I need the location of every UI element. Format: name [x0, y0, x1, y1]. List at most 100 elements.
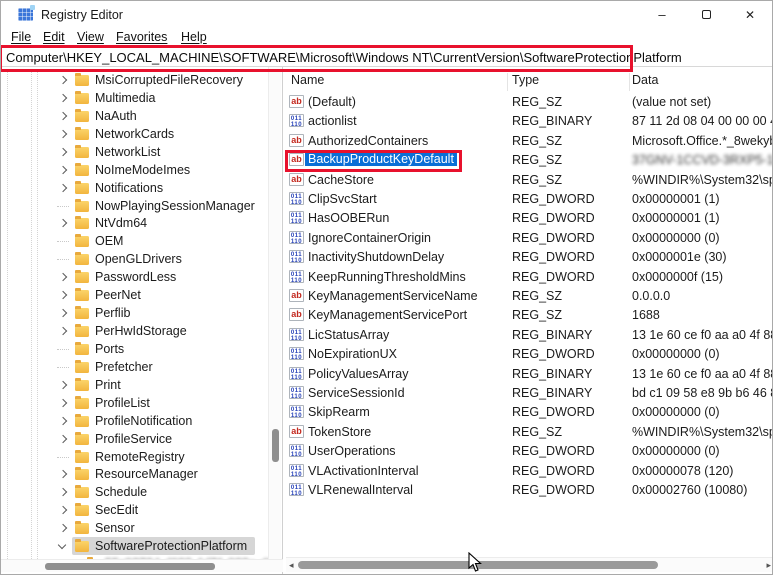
value-name[interactable]: actionlist [308, 114, 357, 128]
menu-help[interactable]: Help [181, 30, 207, 44]
tree-item-Sensor[interactable]: Sensor [1, 519, 282, 537]
tree-item-NowPlayingSessionManager[interactable]: NowPlayingSessionManager [1, 197, 282, 215]
tree-item-ProfileList[interactable]: ProfileList [1, 394, 282, 412]
value-row-KeyManagementServiceName[interactable]: ab KeyManagementServiceName REG_SZ 0.0.0.0 [286, 287, 772, 306]
value-row-actionlist[interactable]: 011 110 actionlist REG_BINARY 87 11 2d 08 04… [286, 112, 772, 131]
value-name[interactable]: IgnoreContainerOrigin [308, 231, 431, 245]
tree-item-NetworkCards[interactable]: NetworkCards [1, 125, 282, 143]
tree-item-ProfileNotification[interactable]: ProfileNotification [1, 412, 282, 430]
tree-item-label[interactable]: Multimedia [95, 91, 155, 105]
tree-vertical-scrollbar[interactable] [268, 67, 281, 559]
tree-item-label[interactable]: Ports [95, 342, 124, 356]
tree-item-Notifications[interactable]: Notifications [1, 179, 282, 197]
chevron-right-icon[interactable] [58, 488, 68, 497]
scroll-right-icon[interactable]: ▸ [766, 560, 771, 571]
value-name[interactable]: TokenStore [308, 425, 371, 439]
chevron-right-icon[interactable] [58, 219, 68, 228]
tree-item-label[interactable]: Perflib [95, 306, 130, 320]
tree-horizontal-scrollbar[interactable] [1, 559, 283, 572]
tree-item-label[interactable]: Prefetcher [95, 360, 153, 374]
menu-favorites[interactable]: Favorites [116, 30, 167, 44]
chevron-right-icon[interactable] [58, 506, 68, 515]
tree-item-label[interactable]: NoImeModeImes [95, 163, 190, 177]
tree-item-ProfileService[interactable]: ProfileService [1, 430, 282, 448]
value-name[interactable]: SkipRearm [308, 405, 370, 419]
value-name[interactable]: ClipSvcStart [308, 192, 377, 206]
tree-item-Print[interactable]: Print [1, 376, 282, 394]
tree-vertical-scrollbar-thumb[interactable] [272, 429, 279, 462]
chevron-right-icon[interactable] [58, 111, 68, 121]
tree-item-label[interactable]: ProfileNotification [95, 414, 192, 428]
value-name[interactable]: InactivityShutdownDelay [308, 250, 444, 264]
value-row-SkipRearm[interactable]: 011 110 SkipRearm REG_DWORD 0x00000000 (0) [286, 403, 772, 422]
value-row-PolicyValuesArray[interactable]: 011 110 PolicyValuesArray REG_BINARY 13 1e 6… [286, 365, 772, 384]
close-button[interactable]: ✕ [728, 1, 772, 29]
chevron-right-icon[interactable] [58, 398, 68, 407]
tree-item-label[interactable]: OpenGLDrivers [95, 252, 182, 266]
value-row-HasOOBERun[interactable]: 011 110 HasOOBERun REG_DWORD 0x00000001 (1) [286, 209, 772, 228]
value-name[interactable]: KeyManagementServiceName [308, 289, 478, 303]
value-name[interactable]: PolicyValuesArray [308, 367, 409, 381]
tree-item-MsiCorruptedFileRecovery[interactable]: MsiCorruptedFileRecovery [1, 71, 282, 89]
value-name[interactable]: CacheStore [308, 173, 374, 187]
tree-item-label[interactable]: ProfileService [95, 432, 172, 446]
value-row-VLRenewalInterval[interactable]: 011 110 VLRenewalInterval REG_DWORD 0x000027… [286, 481, 772, 500]
value-name[interactable]: HasOOBERun [308, 211, 389, 225]
tree-item-label[interactable]: PeerNet [95, 288, 141, 302]
tree-item-Prefetcher[interactable]: Prefetcher [1, 358, 282, 376]
tree-item-label[interactable]: NetworkCards [95, 127, 174, 141]
tree-item-NtVdm64[interactable]: NtVdm64 [1, 214, 282, 232]
value-name[interactable]: KeepRunningThresholdMins [308, 270, 466, 284]
value-row-AuthorizedContainers[interactable]: ab AuthorizedContainers REG_SZ Microsoft.Of… [286, 132, 772, 151]
tree-horizontal-scrollbar-thumb[interactable] [45, 563, 215, 570]
column-header-name[interactable]: Name [291, 73, 324, 87]
chevron-right-icon[interactable] [58, 470, 68, 479]
tree-item-label[interactable]: RemoteRegistry [95, 450, 185, 464]
tree-item-Ports[interactable]: Ports [1, 340, 282, 358]
tree-item-RemoteRegistry[interactable]: RemoteRegistry [1, 448, 282, 466]
tree-item-label[interactable]: MsiCorruptedFileRecovery [95, 73, 243, 87]
value-row-InactivityShutdownDelay[interactable]: 011 110 InactivityShutdownDelay REG_DWORD 0x… [286, 248, 772, 267]
tree-item-Multimedia[interactable]: Multimedia [1, 89, 282, 107]
tree-item-label[interactable]: ProfileList [95, 396, 150, 410]
column-header-type[interactable]: Type [512, 73, 539, 87]
value-row-KeyManagementServicePort[interactable]: ab KeyManagementServicePort REG_SZ 1688 [286, 306, 772, 325]
tree-item-PerHwIdStorage[interactable]: PerHwIdStorage [1, 322, 282, 340]
chevron-right-icon[interactable] [58, 75, 68, 85]
tree-item-label[interactable]: NaAuth [95, 109, 137, 123]
value-name[interactable]: UserOperations [308, 444, 396, 458]
value-row-CacheStore[interactable]: ab CacheStore REG_SZ %WINDIR%\System32\spp\ [286, 171, 772, 190]
tree-item-label[interactable]: NtVdm64 [95, 216, 147, 230]
value-row-LicStatusArray[interactable]: 011 110 LicStatusArray REG_BINARY 13 1e 60 c… [286, 326, 772, 345]
tree-item-OEM[interactable]: OEM [1, 232, 282, 250]
tree-item-label[interactable]: PasswordLess [95, 270, 176, 284]
tree-item-label[interactable]: Sensor [95, 521, 135, 535]
value-name[interactable]: VLRenewalInterval [308, 483, 413, 497]
value-name[interactable]: VLActivationInterval [308, 464, 418, 478]
tree-item-PasswordLess[interactable]: PasswordLess [1, 268, 282, 286]
values-horizontal-scrollbar[interactable]: ◂ ▸ [286, 557, 772, 572]
value-name[interactable]: AuthorizedContainers [308, 134, 428, 148]
tree-item-label[interactable]: Print [95, 378, 121, 392]
tree-item-Perflib[interactable]: Perflib [1, 304, 282, 322]
value-name[interactable]: NoExpirationUX [308, 347, 397, 361]
tree-item-NetworkList[interactable]: NetworkList [1, 143, 282, 161]
value-row-ClipSvcStart[interactable]: 011 110 ClipSvcStart REG_DWORD 0x00000001 (1… [286, 190, 772, 209]
value-name[interactable]: LicStatusArray [308, 328, 389, 342]
tree-item-label[interactable]: SoftwareProtectionPlatform [95, 539, 247, 553]
chevron-right-icon[interactable] [58, 434, 68, 443]
chevron-right-icon[interactable] [58, 147, 68, 156]
value-row-UserOperations[interactable]: 011 110 UserOperations REG_DWORD 0x00000000 … [286, 442, 772, 461]
chevron-right-icon[interactable] [58, 93, 68, 103]
tree-item-SoftwareProtectionPlatform[interactable]: SoftwareProtectionPlatform [1, 537, 282, 556]
tree-item-SecEdit[interactable]: SecEdit [1, 501, 282, 519]
chevron-right-icon[interactable] [58, 290, 68, 300]
minimize-button[interactable]: – [640, 1, 684, 29]
chevron-right-icon[interactable] [58, 183, 68, 192]
column-header-data[interactable]: Data [632, 73, 658, 87]
value-row-(Default)[interactable]: ab (Default) REG_SZ (value not set) [286, 93, 772, 112]
column-separator[interactable] [507, 73, 508, 91]
chevron-right-icon[interactable] [58, 326, 68, 336]
chevron-down-icon[interactable] [57, 540, 67, 550]
value-row-IgnoreContainerOrigin[interactable]: 011 110 IgnoreContainerOrigin REG_DWORD 0x00… [286, 229, 772, 248]
